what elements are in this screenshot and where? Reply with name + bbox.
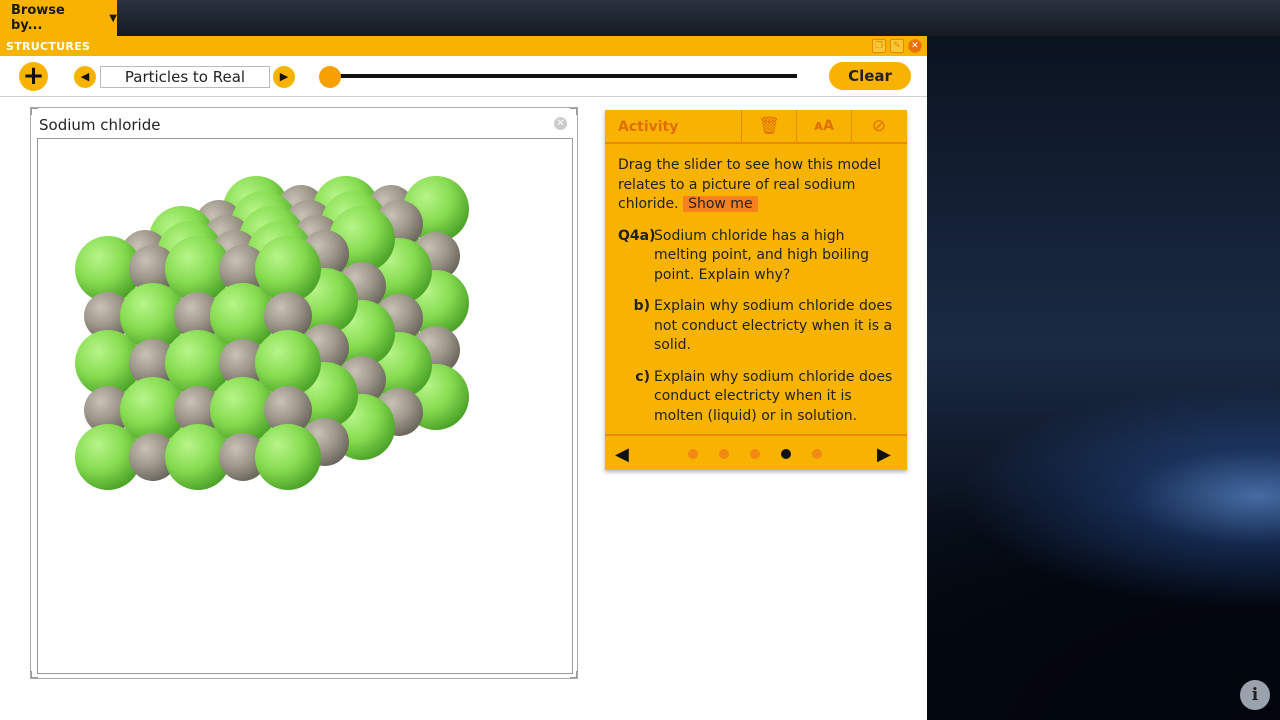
add-button[interactable]: + (19, 62, 48, 91)
page-dot[interactable] (719, 449, 729, 459)
window-title-bar: STRUCTURES ❐ ✎ ✕ (0, 36, 927, 56)
browse-label: Browse by... (11, 3, 65, 33)
sodium-chloride-lattice[interactable] (38, 139, 572, 673)
page-dot[interactable] (812, 449, 822, 459)
question-4a: Q4a) Sodium chloride has a high melting … (618, 227, 898, 286)
activity-body: Drag the slider to see how this model re… (618, 156, 898, 426)
browse-by-button[interactable]: Browse by... ▼ (0, 0, 117, 36)
activity-panel: Activity 🗑 ᴀA ⊘ Drag the slider to see h… (605, 110, 907, 470)
model-title: Sodium chloride (39, 116, 161, 134)
model-panel: Sodium chloride ✕ (30, 107, 578, 679)
activity-footer: ◀ ▶ (605, 434, 907, 470)
activity-title: Activity (618, 119, 679, 135)
prev-model-button[interactable]: ◀ (74, 66, 96, 88)
show-me-button[interactable]: Show me (683, 196, 758, 212)
activity-header: Activity 🗑 ᴀA ⊘ (605, 110, 907, 144)
question-label: Q4a) (618, 227, 656, 244)
page-dot[interactable] (688, 449, 698, 459)
next-page-arrow-icon[interactable]: ▶ (877, 444, 891, 465)
info-icon[interactable]: i (1240, 680, 1270, 710)
restore-icon[interactable]: ❐ (872, 39, 886, 53)
prev-page-arrow-icon[interactable]: ◀ (615, 444, 629, 465)
question-4c: c) Explain why sodium chloride does cond… (618, 368, 898, 427)
question-4b: b) Explain why sodium chloride does not … (618, 297, 898, 356)
particles-slider-track[interactable] (330, 74, 797, 78)
particles-slider-thumb[interactable] (319, 66, 341, 88)
page-dot[interactable] (750, 449, 760, 459)
question-label: b) (633, 298, 650, 314)
model-viewport[interactable] (37, 138, 573, 674)
question-text: Sodium chloride has a high melting point… (654, 227, 869, 283)
page-dot[interactable] (781, 449, 791, 459)
top-bar: Browse by... ▼ (0, 0, 1280, 36)
resize-handle[interactable] (570, 108, 577, 115)
question-text: Explain why sodium chloride does conduct… (654, 368, 893, 424)
question-label: c) (635, 368, 650, 385)
resize-handle[interactable] (31, 108, 38, 115)
trash-icon[interactable]: 🗑 (741, 110, 796, 142)
structures-window: STRUCTURES ❐ ✎ ✕ + ◀ Particles to Real ▶… (0, 36, 927, 720)
caret-down-icon: ▼ (109, 12, 117, 24)
next-model-button[interactable]: ▶ (273, 66, 295, 88)
space-background (927, 36, 1280, 720)
chloride-ion (255, 424, 321, 490)
text-size-icon[interactable]: ᴀA (796, 110, 851, 142)
pin-icon[interactable]: ⊘ (851, 110, 906, 142)
toolbar: + ◀ Particles to Real ▶ Clear (0, 56, 927, 97)
clear-button[interactable]: Clear (829, 62, 911, 90)
question-text: Explain why sodium chloride does not con… (654, 298, 893, 353)
model-name-field: Particles to Real (100, 66, 270, 88)
popout-icon[interactable]: ✎ (890, 39, 904, 53)
close-window-icon[interactable]: ✕ (908, 39, 922, 53)
window-title: STRUCTURES (6, 39, 91, 53)
close-model-icon[interactable]: ✕ (554, 117, 567, 130)
